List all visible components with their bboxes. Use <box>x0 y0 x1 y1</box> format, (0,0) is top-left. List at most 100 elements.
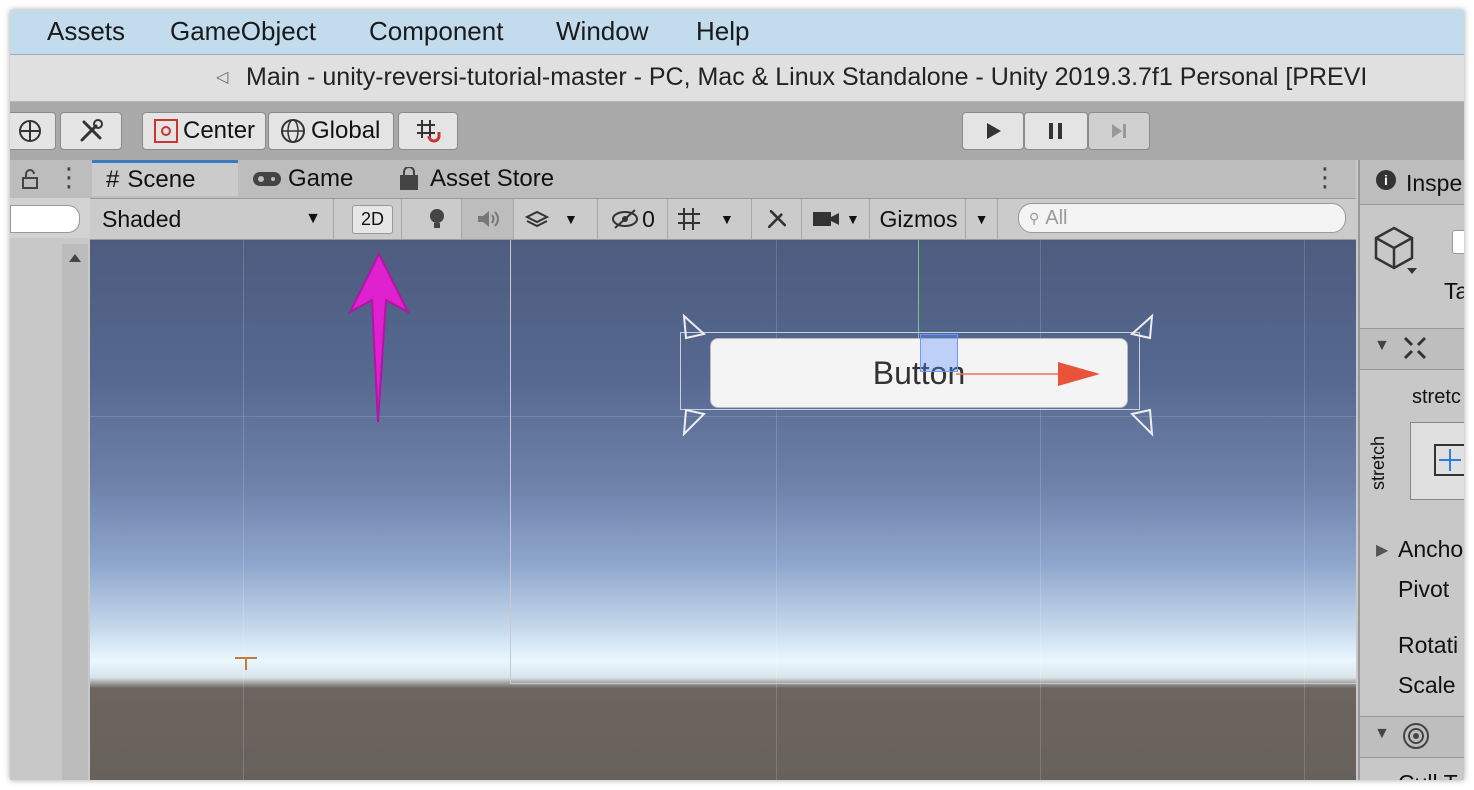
unity-window: Assets GameObject Component Window Help … <box>10 10 1464 780</box>
hierarchy-panel: ⋮ <box>10 160 92 780</box>
gamepad-icon <box>253 172 281 186</box>
hierarchy-search-input[interactable] <box>10 205 80 233</box>
rect-transform-icon <box>1403 336 1427 360</box>
play-button[interactable] <box>962 112 1024 150</box>
anchor-handle-br <box>1130 408 1154 437</box>
scene-panel-menu-icon[interactable]: ⋮ <box>1312 162 1338 193</box>
snap-settings-button[interactable] <box>398 112 458 150</box>
lock-icon[interactable] <box>20 168 40 190</box>
scene-viewport[interactable]: Button <box>90 240 1356 780</box>
tab-game-label: Game <box>288 165 354 192</box>
x-axis-arrow-handle <box>1058 362 1100 386</box>
menu-help[interactable]: Help <box>696 16 749 47</box>
menu-gameobject[interactable]: GameObject <box>170 16 316 47</box>
anchor-handle-bl <box>682 408 706 437</box>
custom-tools-button[interactable] <box>60 112 122 150</box>
tab-scene-label: Scene <box>127 165 196 193</box>
canvas-renderer-header[interactable]: ▼ <box>1360 716 1464 758</box>
camera-dropdown[interactable]: ▼ <box>802 199 870 239</box>
gizmos-dropdown[interactable]: ▼ <box>966 199 998 239</box>
panel-menu-icon[interactable]: ⋮ <box>56 162 82 193</box>
info-icon: i <box>1376 170 1396 190</box>
camera-icon <box>813 212 839 226</box>
anchor-stretch-icon <box>1434 444 1464 476</box>
pivot-label: Center <box>183 117 256 144</box>
hidden-eye-icon <box>612 209 639 229</box>
rect-transform-header[interactable]: ▼ <box>1360 328 1464 370</box>
collapse-icon: ▼ <box>1374 337 1390 354</box>
draw-mode-dropdown[interactable]: Shaded ▼ <box>90 199 334 239</box>
inspector-panel: i Inspe Ta ▼ stretc stretch ▶ Ancho Pivo… <box>1358 160 1464 780</box>
menu-assets[interactable]: Assets <box>47 16 125 47</box>
pivot-toggle-button[interactable]: Center <box>142 112 266 150</box>
globe-icon <box>281 119 305 143</box>
scene-tabs: # Scene Game Asset Store ⋮ <box>90 160 1356 199</box>
tab-game[interactable]: Game <box>252 160 382 198</box>
scroll-up-icon[interactable] <box>67 252 83 264</box>
anchor-handle-tr <box>1129 313 1154 340</box>
pivot-label: Pivot <box>1398 576 1450 602</box>
pause-button[interactable] <box>1024 112 1088 150</box>
tab-asset-store-label: Asset Store <box>430 165 555 192</box>
scene-overlay <box>235 251 1154 670</box>
origin-marker <box>235 657 257 670</box>
inspector-tab[interactable]: i Inspe <box>1360 160 1464 205</box>
anchor-handle-tl <box>682 313 707 340</box>
search-icon: ⚲ <box>1029 209 1040 226</box>
gizmos-button[interactable]: Gizmos <box>872 199 966 239</box>
space-label: Global <box>311 117 381 144</box>
gameobject-cube-icon <box>1374 226 1417 274</box>
tab-scene[interactable]: # Scene <box>92 160 238 196</box>
pivot-center-icon <box>154 119 178 143</box>
rotation-label: Rotati <box>1398 632 1459 658</box>
anchor-preset-button[interactable] <box>1410 422 1464 500</box>
draw-mode-value: Shaded <box>102 205 182 232</box>
cull-label: Cull T <box>1398 770 1458 780</box>
active-checkbox[interactable] <box>1452 230 1464 254</box>
tab-asset-store[interactable]: Asset Store <box>398 160 598 198</box>
window-title: Main - unity-reversi-tutorial-master - P… <box>246 63 1368 91</box>
canvas-renderer-icon <box>1403 723 1429 749</box>
space-toggle-button[interactable]: Global <box>268 112 394 150</box>
tag-label: Ta <box>1444 278 1464 304</box>
main-toolbar: Center Global <box>10 102 1464 160</box>
lighting-toggle[interactable] <box>412 199 462 239</box>
menu-window[interactable]: Window <box>556 16 648 47</box>
inspector-tab-label: Inspe <box>1406 170 1463 196</box>
tools-icon <box>767 209 786 229</box>
camera-chevron-icon: ▼ <box>846 211 860 227</box>
pause-icon <box>1049 123 1062 139</box>
bag-icon <box>400 167 418 190</box>
audio-toggle[interactable] <box>462 199 514 239</box>
scene-visibility-toggle[interactable]: 0 <box>598 199 668 239</box>
hierarchy-header: ⋮ <box>10 160 90 199</box>
tools-icon <box>80 119 103 142</box>
collapse-icon: ▼ <box>1374 725 1390 742</box>
menu-component[interactable]: Component <box>369 16 503 47</box>
gizmos-label: Gizmos <box>879 205 958 232</box>
scene-panel: # Scene Game Asset Store ⋮ Shaded ▼ 2D ▼… <box>90 160 1356 780</box>
grid-dropdown[interactable]: ▼ <box>668 199 752 239</box>
scene-tools-toggle[interactable] <box>752 199 802 239</box>
transform-tool-button[interactable] <box>10 112 56 150</box>
anchors-label[interactable]: Ancho <box>1398 536 1463 563</box>
stretch-top-label: stretc <box>1412 386 1461 408</box>
hidden-count: 0 <box>642 205 655 232</box>
chevron-down-icon: ▼ <box>305 210 321 227</box>
transform-tool-icon <box>19 120 41 142</box>
scale-label: Scale <box>1398 672 1456 698</box>
speaker-icon <box>477 211 499 227</box>
scene-view-toolbar: Shaded ▼ 2D ▼ 0 ▼ ▼ Gizmos ▼ ⚲ All <box>90 199 1356 240</box>
step-button[interactable] <box>1088 112 1150 150</box>
grid-icon <box>678 208 700 230</box>
effects-chevron-icon: ▼ <box>564 211 578 227</box>
grid-snap-icon <box>417 120 441 143</box>
unity-document-icon: ◁ <box>216 69 229 86</box>
effects-dropdown[interactable]: ▼ <box>514 199 598 239</box>
mode-2d-label: 2D <box>351 204 393 234</box>
scene-search-input[interactable]: ⚲ All <box>1018 203 1346 233</box>
title-bar: ◁ Main - unity-reversi-tutorial-master -… <box>10 55 1464 102</box>
stretch-side-label: stretch <box>1368 435 1388 490</box>
mode-2d-toggle[interactable]: 2D <box>344 199 402 239</box>
hierarchy-scrollbar[interactable] <box>62 244 88 780</box>
